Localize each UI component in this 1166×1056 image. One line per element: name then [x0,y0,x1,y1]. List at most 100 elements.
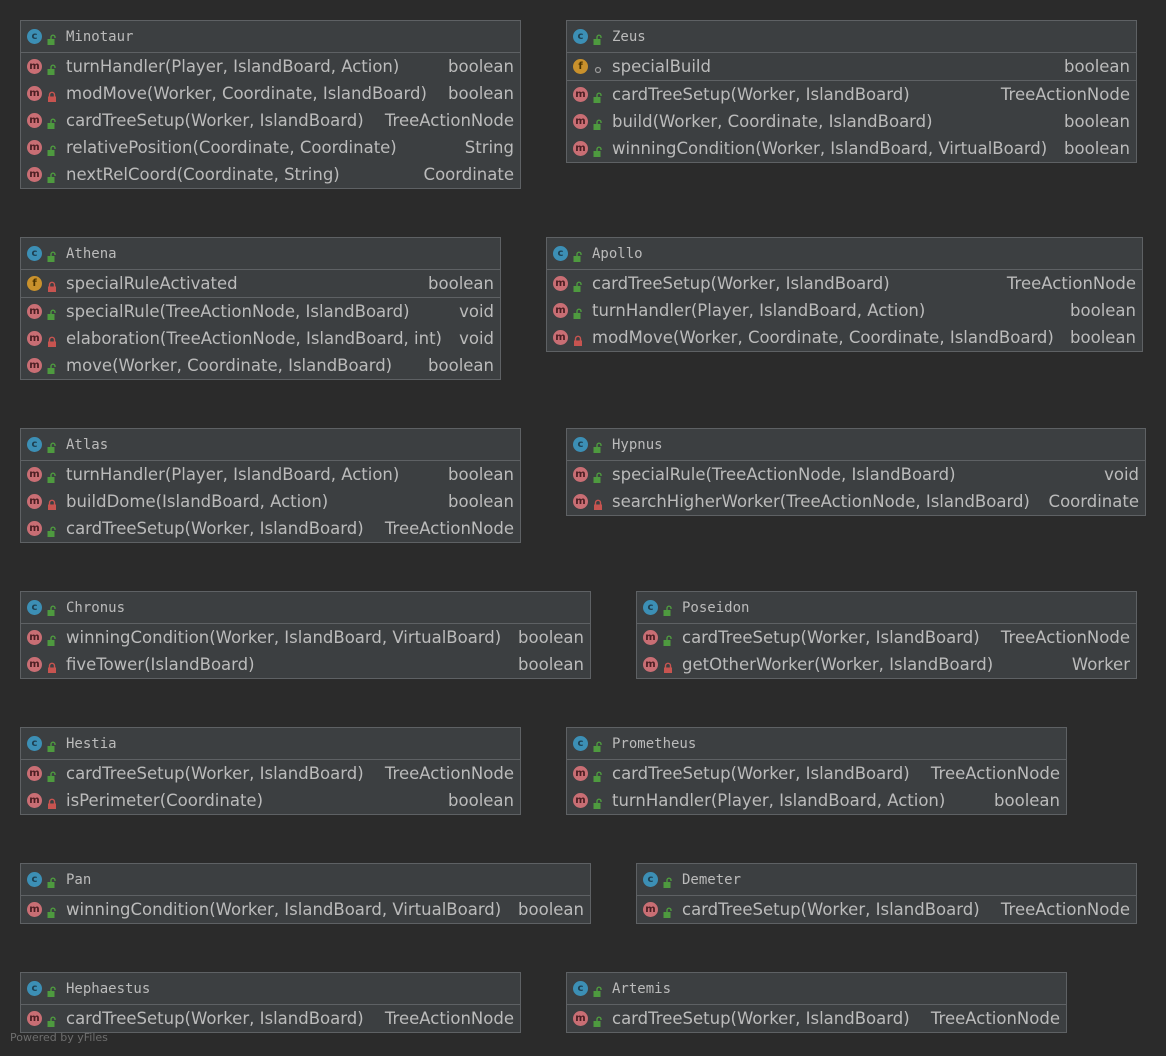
return-type: boolean [448,492,514,511]
method-signature: cardTreeSetup(Worker, IslandBoard) [66,111,364,130]
method-row[interactable]: m cardTreeSetup(Worker, IslandBoard) TreeA… [567,80,1136,108]
return-type: Coordinate [1048,492,1139,511]
method-row[interactable]: m buildDome(IslandBoard, Action) boolean [21,488,520,515]
public-unlocked-icon [46,360,58,374]
private-lock-icon [46,88,58,102]
class-box-apollo[interactable]: c Apollo m cardTreeSetup(Worker, IslandBoar… [546,237,1143,352]
class-box-hestia[interactable]: c Hestia m cardTreeSetup(Worker, IslandBoar… [20,727,521,815]
public-unlocked-icon [592,469,604,483]
private-lock-icon [46,278,58,292]
method-signature: cardTreeSetup(Worker, IslandBoard) [66,519,364,538]
method-row[interactable]: m build(Worker, Coordinate, IslandBoard) b… [567,108,1136,135]
public-unlocked-icon [46,248,58,262]
class-box-prometheus[interactable]: c Prometheus m cardTreeSetup(Worker, Island… [566,727,1067,815]
return-type: TreeActionNode [384,1009,514,1028]
method-row[interactable]: m specialRule(TreeActionNode, IslandBoard… [21,297,500,325]
class-name: Apollo [592,245,643,262]
public-unlocked-icon [662,632,674,646]
method-signature: modMove(Worker, Coordinate, IslandBoard) [66,84,427,103]
field-row[interactable]: f specialRuleActivated boolean [21,270,500,297]
method-signature: turnHandler(Player, IslandBoard, Action) [66,465,400,484]
method-row[interactable]: m specialRule(TreeActionNode, IslandBoard… [567,461,1145,488]
method-row[interactable]: m cardTreeSetup(Worker, IslandBoard) TreeA… [21,1005,520,1032]
method-icon: m [27,1011,42,1026]
method-row[interactable]: m turnHandler(Player, IslandBoard, Action… [547,297,1142,324]
public-unlocked-icon [662,602,674,616]
method-icon: m [27,113,42,128]
method-row[interactable]: m cardTreeSetup(Worker, IslandBoard) TreeA… [567,760,1066,787]
class-name: Athena [66,245,117,262]
field-name: specialRuleActivated [66,274,238,293]
return-type: TreeActionNode [930,1009,1060,1028]
method-icon: m [27,902,42,917]
class-box-poseidon[interactable]: c Poseidon m cardTreeSetup(Worker, IslandBo… [636,591,1137,679]
return-type: TreeActionNode [930,764,1060,783]
class-icon: c [573,29,588,44]
class-box-zeus[interactable]: c Zeus f specialBuild boolean m cardTreeSetup(… [566,20,1137,163]
field-name: specialBuild [612,57,711,76]
class-icon: c [27,246,42,261]
method-row[interactable]: m cardTreeSetup(Worker, IslandBoard) TreeA… [567,1005,1066,1032]
method-signature: elaboration(TreeActionNode, IslandBoard,… [66,329,442,348]
method-row[interactable]: m elaboration(TreeActionNode, IslandBoard… [21,325,500,352]
method-row[interactable]: m cardTreeSetup(Worker, IslandBoard) TreeA… [21,107,520,134]
method-signature: cardTreeSetup(Worker, IslandBoard) [682,628,980,647]
method-row[interactable]: m cardTreeSetup(Worker, IslandBoard) TreeA… [637,624,1136,651]
method-signature: modMove(Worker, Coordinate, Coordinate, … [592,328,1054,347]
method-row[interactable]: m winningCondition(Worker, IslandBoard, V… [21,624,590,651]
class-icon: c [573,981,588,996]
method-row[interactable]: m fiveTower(IslandBoard) boolean [21,651,590,678]
return-type: String [464,138,514,157]
class-box-chronus[interactable]: c Chronus m winningCondition(Worker, Island… [20,591,591,679]
method-row[interactable]: m cardTreeSetup(Worker, IslandBoard) TreeA… [637,896,1136,923]
class-box-atlas[interactable]: c Atlas m turnHandler(Player, IslandBoard, … [20,428,521,543]
method-row[interactable]: m isPerimeter(Coordinate) boolean [21,787,520,814]
public-unlocked-icon [662,904,674,918]
method-row[interactable]: m move(Worker, Coordinate, IslandBoard) bo… [21,352,500,379]
method-icon: m [27,140,42,155]
method-row[interactable]: m turnHandler(Player, IslandBoard, Action… [567,787,1066,814]
class-box-hypnus[interactable]: c Hypnus m specialRule(TreeActionNode, Isla… [566,428,1146,516]
class-name: Chronus [66,599,126,616]
return-type: void [1104,465,1139,484]
method-row[interactable]: m winningCondition(Worker, IslandBoard, V… [21,896,590,923]
method-row[interactable]: m modMove(Worker, Coordinate, Coordinate,… [547,324,1142,351]
return-type: Coordinate [423,165,514,184]
method-row[interactable]: m nextRelCoord(Coordinate, String) Coordin… [21,161,520,188]
method-icon: m [27,86,42,101]
class-box-hephaestus[interactable]: c Hephaestus m cardTreeSetup(Worker, Island… [20,972,521,1033]
class-icon: c [27,437,42,452]
method-row[interactable]: m modMove(Worker, Coordinate, IslandBoard… [21,80,520,107]
class-box-artemis[interactable]: c Artemis m cardTreeSetup(Worker, IslandBoa… [566,972,1067,1033]
method-row[interactable]: m winningCondition(Worker, IslandBoard, V… [567,135,1136,162]
method-signature: cardTreeSetup(Worker, IslandBoard) [612,764,910,783]
class-icon: c [573,437,588,452]
method-row[interactable]: m relativePosition(Coordinate, Coordinate… [21,134,520,161]
method-icon: m [27,793,42,808]
class-box-demeter[interactable]: c Demeter m cardTreeSetup(Worker, IslandBoa… [636,863,1137,924]
class-name: Hypnus [612,436,663,453]
return-type: Worker [1071,655,1130,674]
public-unlocked-icon [46,142,58,156]
method-icon: m [553,330,568,345]
method-row[interactable]: m turnHandler(Player, IslandBoard, Action… [21,461,520,488]
class-box-minotaur[interactable]: c Minotaur m turnHandler(Player, IslandBoar… [20,20,521,189]
return-type: TreeActionNode [1006,274,1136,293]
public-unlocked-icon [46,874,58,888]
method-row[interactable]: m turnHandler(Player, IslandBoard, Action… [21,53,520,80]
footer-credit: Powered by yFiles [10,1031,108,1044]
method-row[interactable]: m searchHigherWorker(TreeActionNode, Isla… [567,488,1145,515]
public-unlocked-icon [46,983,58,997]
method-row[interactable]: m cardTreeSetup(Worker, IslandBoard) TreeA… [547,270,1142,297]
public-unlocked-icon [592,768,604,782]
method-row[interactable]: m getOtherWorker(Worker, IslandBoard) Work… [637,651,1136,678]
class-box-pan[interactable]: c Pan m winningCondition(Worker, IslandBoar… [20,863,591,924]
return-type: boolean [1064,112,1130,131]
return-type: boolean [1070,301,1136,320]
method-signature: turnHandler(Player, IslandBoard, Action) [66,57,400,76]
return-type: boolean [994,791,1060,810]
class-box-athena[interactable]: c Athena f specialRuleActivated boolean m spec… [20,237,501,380]
method-row[interactable]: m cardTreeSetup(Worker, IslandBoard) TreeA… [21,515,520,542]
field-row[interactable]: f specialBuild boolean [567,53,1136,80]
method-row[interactable]: m cardTreeSetup(Worker, IslandBoard) TreeA… [21,760,520,787]
